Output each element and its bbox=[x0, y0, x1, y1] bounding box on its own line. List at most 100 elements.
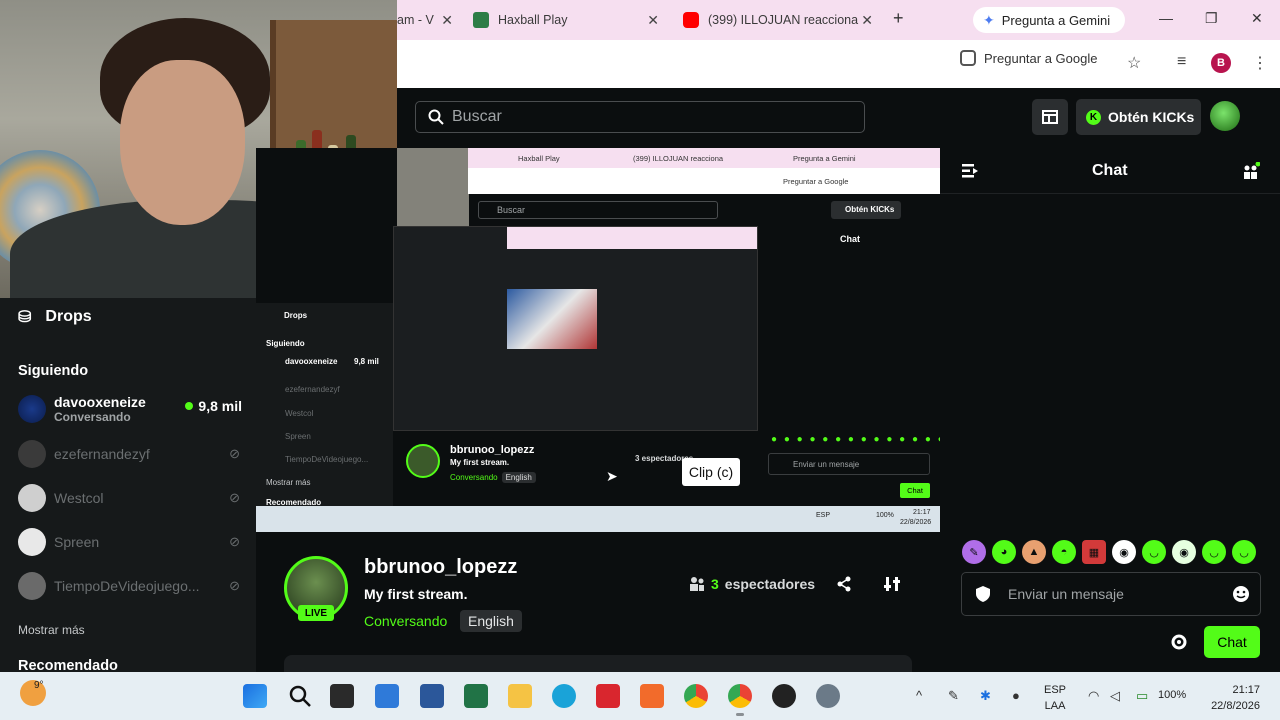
avatar bbox=[18, 395, 46, 423]
close-icon[interactable]: ✕ bbox=[441, 12, 453, 29]
bookmark-star-icon[interactable]: ☆ bbox=[1127, 53, 1141, 73]
stream-video[interactable]: Haxball Play (399) ILLOJUAN reacciona Pr… bbox=[256, 148, 940, 532]
sidebar-item-tiempodevideojuegos[interactable]: TiempoDeVideojuego... ⊘ bbox=[18, 572, 244, 600]
taskbar-search-icon[interactable] bbox=[288, 684, 312, 708]
word-icon[interactable] bbox=[420, 684, 444, 708]
show-more-link[interactable]: Mostrar más bbox=[18, 623, 85, 637]
bluetooth-icon[interactable]: ✱ bbox=[980, 688, 991, 704]
video-tab-bar: Haxball Play (399) ILLOJUAN reacciona Pr… bbox=[468, 148, 940, 168]
wifi-icon[interactable]: ◠ bbox=[1088, 688, 1099, 704]
sidebar-item-davooxeneize[interactable]: davooxeneize Conversando 9,8 mil bbox=[18, 394, 244, 424]
close-icon[interactable]: ✕ bbox=[861, 12, 873, 29]
viewer-count: 3 espectadores bbox=[689, 576, 815, 592]
obs-icon[interactable] bbox=[772, 684, 796, 708]
profile-avatar[interactable]: B bbox=[1211, 53, 1231, 73]
video-ask-google: Preguntar a Google bbox=[783, 177, 849, 186]
clock-time: 21:17 bbox=[1232, 684, 1260, 696]
emote-icon[interactable]: ▦ bbox=[1082, 540, 1106, 564]
microphone-icon[interactable]: ● bbox=[1012, 688, 1020, 703]
video-kicks-button: Obtén KICKs bbox=[831, 201, 901, 219]
tab-youtube[interactable]: (399) ILLOJUAN reacciona ✕ bbox=[683, 0, 881, 40]
emote-icon[interactable]: ✎ bbox=[962, 540, 986, 564]
search-input[interactable]: Buscar bbox=[415, 101, 865, 133]
streamer-name[interactable]: bbrunoo_lopezz bbox=[364, 556, 517, 579]
channel-name: davooxeneize bbox=[54, 394, 146, 410]
left-sidebar: ⛁ Drops Siguiendo davooxeneize Conversan… bbox=[0, 298, 256, 674]
excel-icon[interactable] bbox=[464, 684, 488, 708]
media-control-icon[interactable]: ≡ bbox=[1177, 53, 1186, 71]
gemini-label: Pregunta a Gemini bbox=[1001, 12, 1111, 28]
pen-icon[interactable]: ✎ bbox=[948, 688, 959, 704]
new-tab-button[interactable]: + bbox=[893, 8, 904, 29]
language-indicator[interactable]: ESP LAA bbox=[1044, 682, 1066, 714]
chrome-profile-icon[interactable] bbox=[728, 684, 752, 716]
outlook-icon[interactable] bbox=[375, 684, 399, 708]
chat-panel: Chat ✎ ◕ ▲ ◓ ▦ ◉ ◡ ◉ ◡ ◡ Enviar un mensa… bbox=[940, 148, 1280, 672]
channel-name: ezefernandezyf bbox=[54, 446, 150, 462]
stream-options-button[interactable] bbox=[884, 576, 900, 597]
browser-tab-bar: am - V ✕ Haxball Play ✕ (399) ILLOJUAN r… bbox=[397, 0, 1280, 40]
volume-muted-icon[interactable]: ◁ bbox=[1110, 688, 1120, 704]
chat-message-input[interactable]: Enviar un mensaje bbox=[961, 572, 1261, 616]
file-explorer-icon[interactable] bbox=[508, 684, 532, 708]
window-close-icon[interactable]: ✕ bbox=[1251, 10, 1263, 27]
close-icon[interactable]: ✕ bbox=[647, 12, 659, 29]
gemini-button[interactable]: ✦ Pregunta a Gemini bbox=[973, 7, 1125, 33]
stream-category[interactable]: Conversando bbox=[364, 613, 447, 629]
tab-haxball[interactable]: Haxball Play ✕ bbox=[473, 0, 667, 40]
offline-icon: ⊘ bbox=[229, 578, 240, 593]
chat-users-icon[interactable] bbox=[1242, 162, 1260, 180]
battery-icon[interactable]: ▭ bbox=[1136, 688, 1148, 704]
emote-icon[interactable]: ◡ bbox=[1232, 540, 1256, 564]
emote-icon[interactable]: ◡ bbox=[1202, 540, 1226, 564]
share-button[interactable] bbox=[836, 576, 852, 597]
sidebar-item-spreen[interactable]: Spreen ⊘ bbox=[18, 528, 244, 556]
get-kicks-button[interactable]: K Obtén KICKs bbox=[1076, 99, 1201, 135]
restore-icon[interactable]: ❐ bbox=[1205, 10, 1218, 27]
ask-google-button[interactable]: Preguntar a Google bbox=[960, 50, 1097, 66]
emoji-icon[interactable] bbox=[1232, 585, 1250, 603]
settings-icon[interactable] bbox=[816, 684, 840, 708]
chat-send-button[interactable]: Chat bbox=[1204, 626, 1260, 658]
task-view-icon[interactable] bbox=[330, 684, 354, 708]
sidebar-item-ezefernandezyf[interactable]: ezefernandezyf ⊘ bbox=[18, 440, 244, 468]
minimize-icon[interactable]: — bbox=[1159, 10, 1173, 26]
battery-percent: 100% bbox=[1158, 689, 1187, 701]
get-kicks-label: Obtén KICKs bbox=[1108, 109, 1195, 125]
language-tag[interactable]: English bbox=[460, 610, 522, 632]
collapse-chat-icon[interactable] bbox=[962, 164, 978, 178]
brave-icon[interactable] bbox=[640, 684, 664, 708]
drops-link[interactable]: ⛁ Drops bbox=[18, 307, 92, 327]
avatar bbox=[18, 528, 46, 556]
tab-title: am - V bbox=[397, 13, 434, 27]
emote-icon[interactable]: ▲ bbox=[1022, 540, 1046, 564]
tab-kick[interactable]: am - V ✕ bbox=[397, 0, 457, 40]
stream-title: My first stream. bbox=[364, 586, 468, 602]
dashboard-button[interactable] bbox=[1032, 99, 1068, 135]
user-avatar[interactable] bbox=[1210, 101, 1240, 131]
chat-title: Chat bbox=[1092, 162, 1128, 179]
sidebar-item-westcol[interactable]: Westcol ⊘ bbox=[18, 484, 244, 512]
shield-icon bbox=[976, 586, 990, 602]
video-nested-thumbnail bbox=[507, 289, 597, 349]
office-icon[interactable] bbox=[596, 684, 620, 708]
start-icon[interactable] bbox=[243, 684, 267, 708]
clock[interactable]: 21:17 22/8/2026 bbox=[1196, 682, 1260, 714]
channel-name: TiempoDeVideojuego... bbox=[54, 578, 200, 594]
chrome-icon[interactable] bbox=[684, 684, 708, 708]
emote-icon[interactable]: ◕ bbox=[992, 540, 1016, 564]
edge-icon[interactable] bbox=[552, 684, 576, 708]
emote-icon[interactable]: ◉ bbox=[1112, 540, 1136, 564]
video-channel: ezefernandezyf bbox=[285, 385, 340, 394]
chevron-up-icon[interactable]: ^ bbox=[916, 688, 922, 703]
emote-icon[interactable]: ◡ bbox=[1142, 540, 1166, 564]
chat-message-placeholder: Enviar un mensaje bbox=[1008, 586, 1124, 602]
video-following: Siguiendo bbox=[266, 339, 305, 348]
video-show-more: Mostrar más bbox=[266, 478, 311, 487]
emote-icon[interactable]: ◉ bbox=[1172, 540, 1196, 564]
menu-icon[interactable]: ⋮ bbox=[1252, 53, 1268, 73]
browser-toolbar: Preguntar a Google ☆ ≡ B ⋮ bbox=[397, 40, 1280, 88]
chat-settings-icon[interactable] bbox=[1170, 633, 1188, 651]
viewers-icon bbox=[690, 577, 704, 591]
emote-icon[interactable]: ◓ bbox=[1052, 540, 1076, 564]
